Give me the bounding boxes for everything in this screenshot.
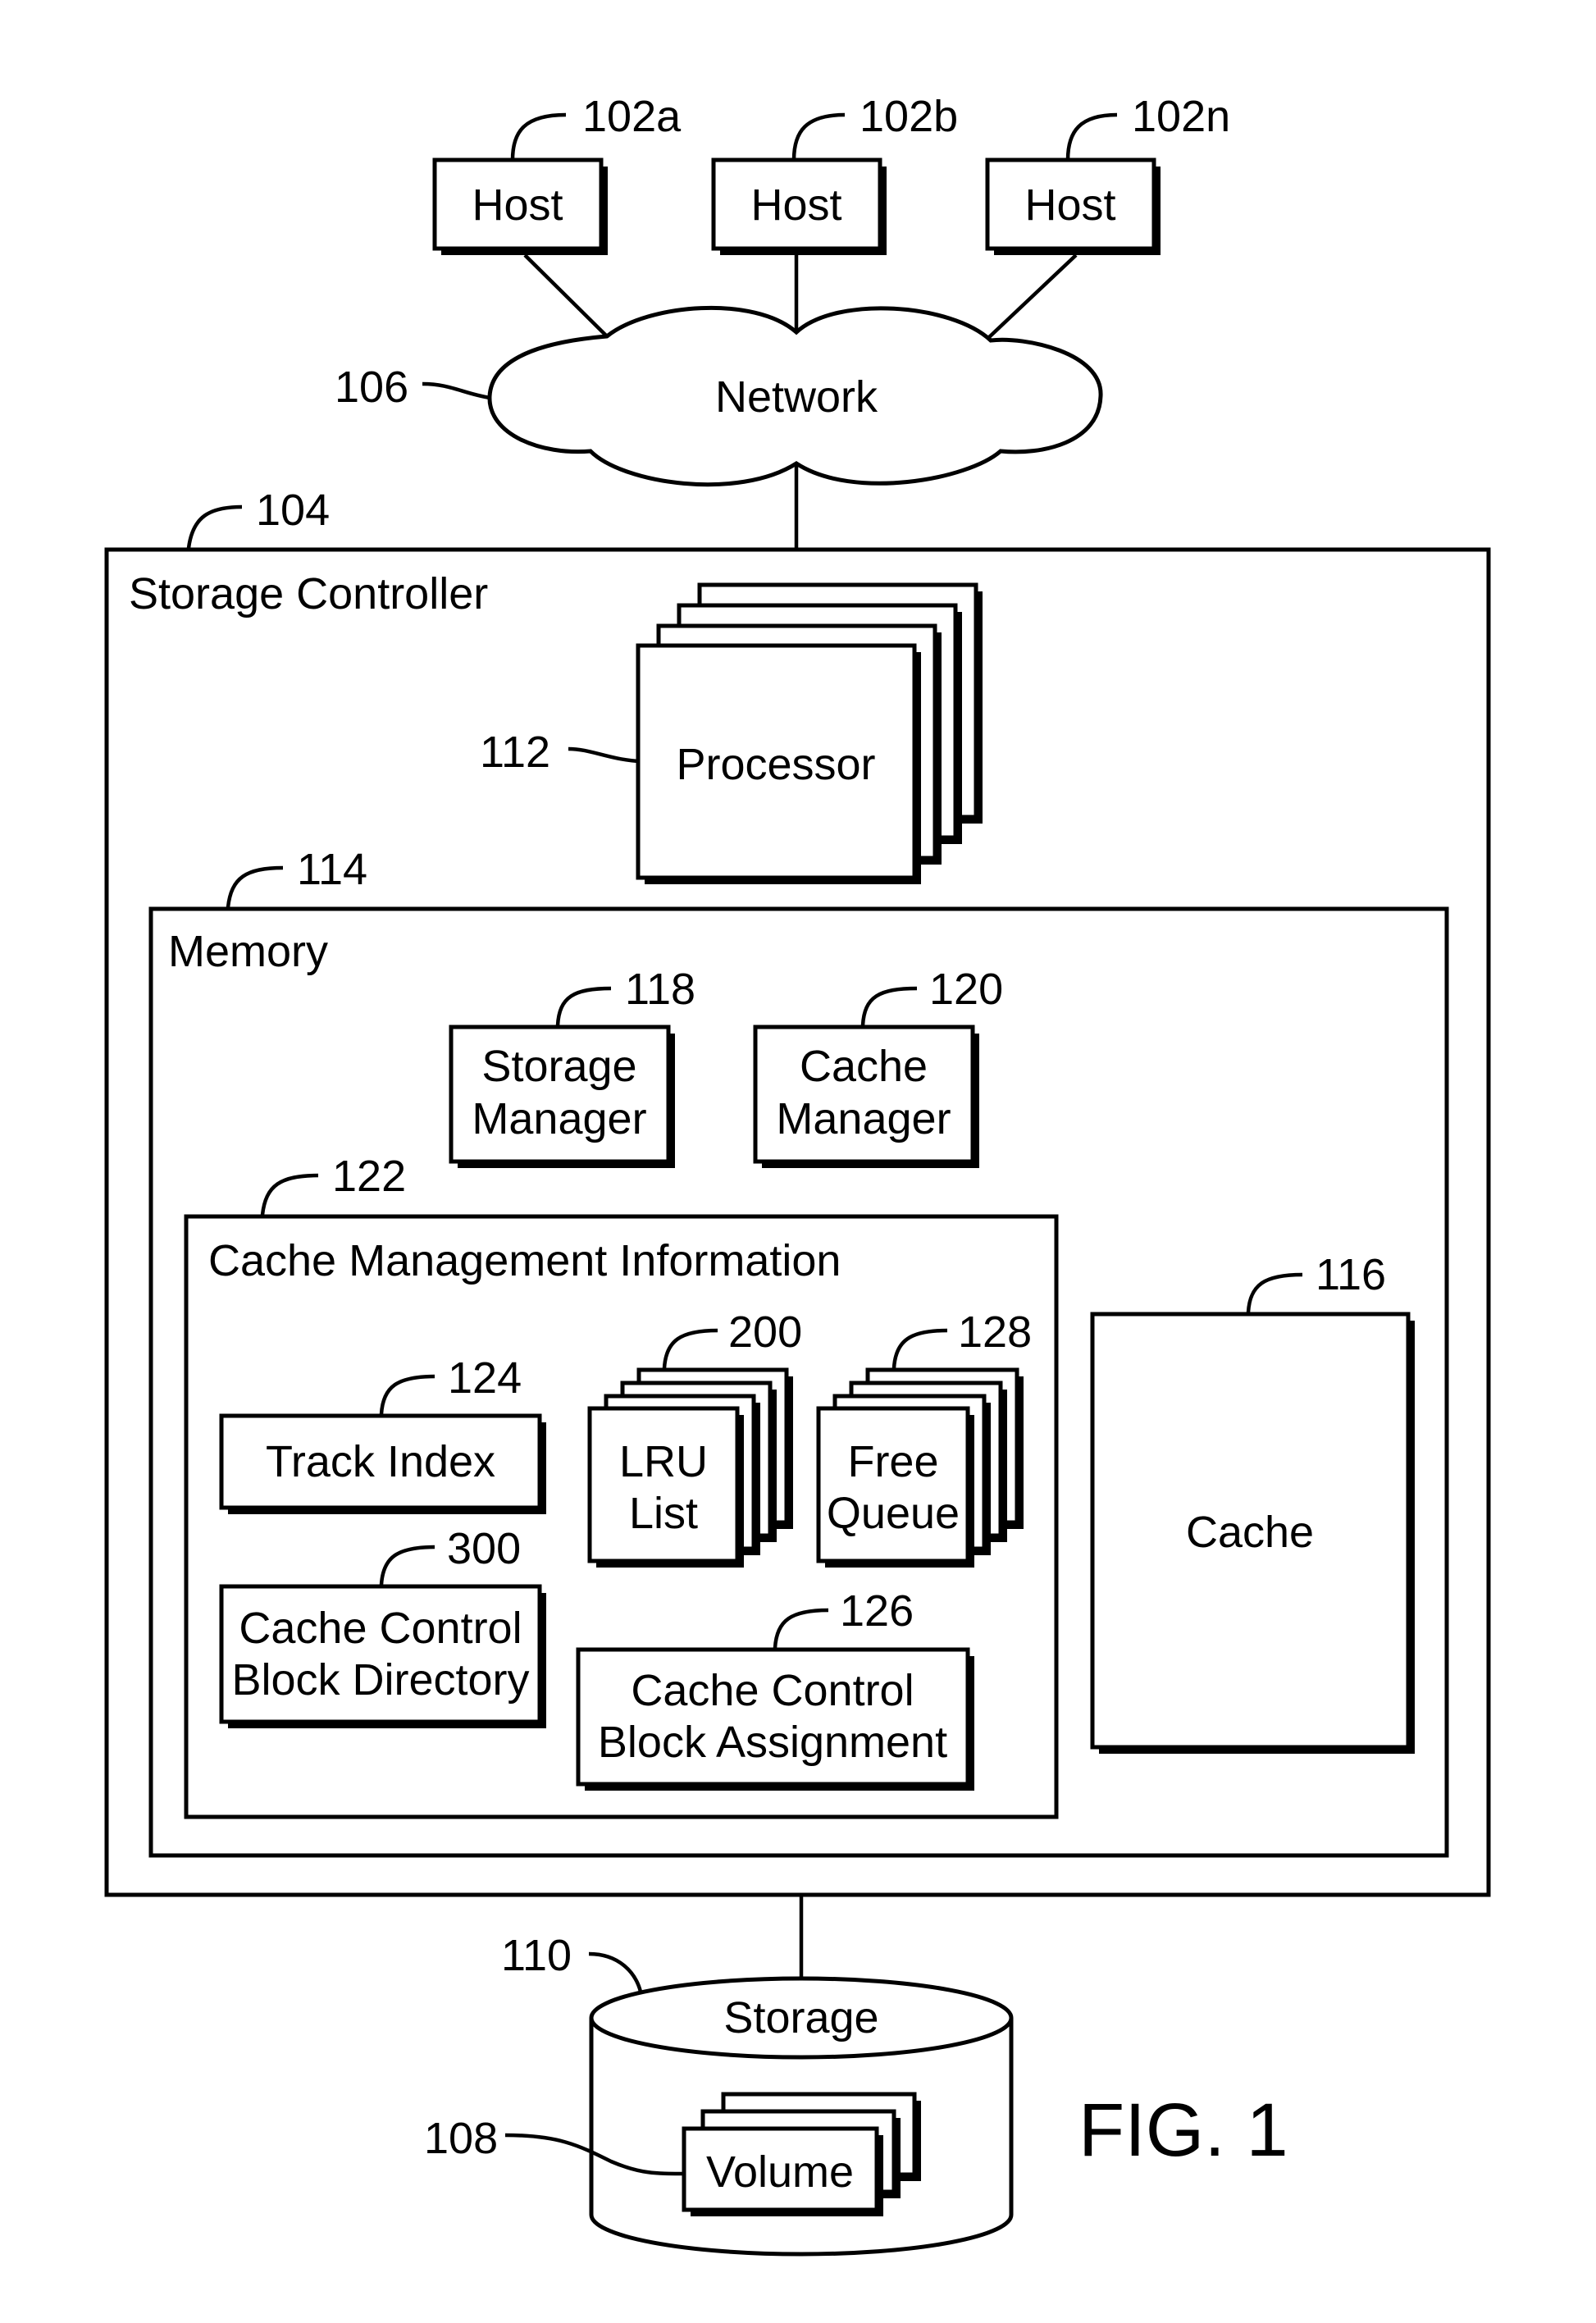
lru-list-line2: List: [629, 1489, 698, 1538]
free-queue-line2: Queue: [827, 1489, 960, 1538]
host-label: Host: [750, 180, 841, 230]
leader-line: [510, 112, 567, 161]
ccb-assignment-line1: Cache Control: [631, 1666, 914, 1715]
system-diagram: Host 102a Host 102b Host 102n Network 10…: [104, 92, 1491, 2257]
volume-label: Volume: [706, 2147, 854, 2197]
network-label: Network: [715, 372, 878, 422]
host-label: Host: [472, 180, 563, 230]
host-102n: Host 102n: [985, 92, 1230, 255]
cache-label: Cache: [1186, 1508, 1314, 1557]
cmi-ref: 122: [332, 1152, 406, 1201]
connector-host-a-network: [523, 253, 609, 338]
host-102b: Host 102b: [711, 92, 958, 255]
volume-ref: 108: [424, 2114, 498, 2163]
storage-manager-line1: Storage: [481, 1042, 636, 1091]
free-queue-line1: Free: [847, 1437, 938, 1486]
host-label: Host: [1024, 180, 1115, 230]
lru-list-ref: 200: [728, 1308, 802, 1357]
cmi-label: Cache Management Information: [208, 1236, 841, 1285]
ref-label: 102n: [1132, 92, 1230, 141]
volume-stack: Volume: [682, 2092, 921, 2216]
storage-manager-line2: Manager: [472, 1094, 646, 1143]
figure-caption: FIG. 1: [1078, 2088, 1288, 2172]
storage-manager-ref: 118: [625, 965, 695, 1014]
ccb-assignment-line2: Block Assignment: [598, 1718, 947, 1767]
storage-ref: 110: [501, 1931, 572, 1980]
cache-ref: 116: [1316, 1250, 1386, 1299]
ccb-directory-line2: Block Directory: [231, 1655, 529, 1705]
track-index: Track Index: [219, 1413, 546, 1514]
ccb-directory-line1: Cache Control: [239, 1604, 522, 1653]
cache-manager-line1: Cache: [800, 1042, 928, 1091]
memory-label: Memory: [168, 927, 328, 976]
track-index-label: Track Index: [266, 1437, 495, 1486]
connector-host-n-network: [987, 253, 1078, 340]
leader-line: [186, 504, 243, 549]
ccb-assignment: Cache Control Block Assignment: [576, 1647, 974, 1791]
cache-manager-line2: Manager: [776, 1094, 951, 1143]
ref-label: 102b: [860, 92, 958, 141]
processor-stack: Processor: [636, 582, 983, 884]
processor-ref: 112: [480, 728, 550, 777]
network-cloud: Network: [487, 305, 1103, 487]
ccb-directory-ref: 300: [447, 1524, 521, 1573]
storage-manager: Storage Manager: [449, 1025, 675, 1168]
leader-line: [422, 381, 491, 400]
cache: Cache: [1090, 1312, 1415, 1754]
host-102a: Host 102a: [432, 92, 682, 255]
lru-list-stack: LRU List: [587, 1367, 793, 1568]
leader-line: [588, 1951, 643, 1992]
storage-label: Storage: [723, 1993, 878, 2042]
ref-label: 102a: [582, 92, 682, 141]
storage-controller-label: Storage Controller: [129, 569, 488, 618]
processor-label: Processor: [676, 740, 875, 789]
network-ref: 106: [335, 363, 408, 412]
free-queue-stack: Free Queue: [816, 1367, 1024, 1568]
storage-controller-ref: 104: [256, 486, 330, 535]
leader-line: [1065, 112, 1118, 161]
free-queue-ref: 128: [958, 1308, 1032, 1357]
track-index-ref: 124: [448, 1353, 522, 1403]
leader-line: [791, 112, 846, 161]
ccb-assignment-ref: 126: [840, 1586, 914, 1636]
lru-list-line1: LRU: [619, 1437, 708, 1486]
memory-ref: 114: [297, 845, 367, 894]
cache-manager: Cache Manager: [753, 1025, 979, 1168]
ccb-directory: Cache Control Block Directory: [219, 1584, 546, 1728]
cache-manager-ref: 120: [929, 965, 1003, 1014]
